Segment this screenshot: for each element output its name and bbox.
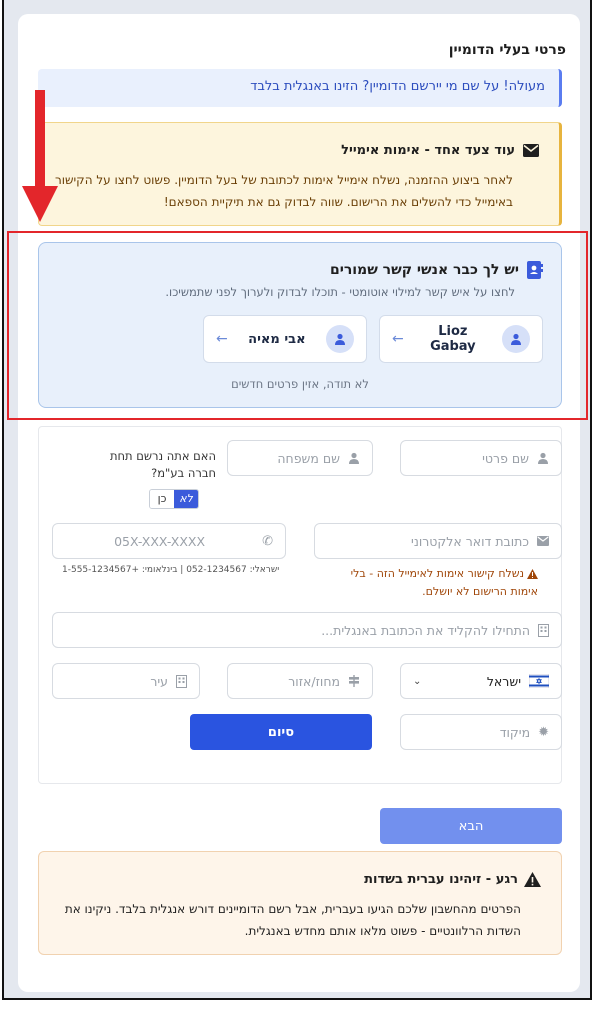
email-input[interactable]: כתובת דואר אלקטרוני [314,523,562,559]
signpost-icon [348,675,360,687]
phone-help-text: ישראלי: 052-1234567 | בינלאומי: +1-555-1… [62,565,280,575]
building-icon [538,623,549,637]
envelope-icon [537,536,549,546]
hebrew-detected-notice: רגע - זיהינו עברית בשדות הפרטים מהחשבון … [38,851,562,955]
city-input[interactable]: עיר [52,663,200,699]
chevron-down-icon: ⌄ [413,675,422,687]
finish-button[interactable]: סיום [190,714,372,750]
first-name-input[interactable]: שם פרטי [400,440,562,476]
notice-title: עוד צעד אחד - אימות אימייל [341,143,515,158]
info-banner-text: מעולה! על שם מי יירשם הדומיין? הזינו באנ… [250,79,545,94]
toggle-no[interactable]: לא [174,490,198,508]
notice-body: לאחר ביצוע ההזמנה, נשלח אימייל אימות לכת… [54,173,513,209]
notice-body: הפרטים מהחשבון שלכם הגיעו בעברית, אבל רש… [64,902,521,938]
phone-input[interactable]: ✆ 05X-XXX-XXXX [52,523,286,559]
user-icon [348,452,360,464]
zip-input[interactable]: ✹ מיקוד [400,714,562,750]
annotation-outline [7,231,588,420]
info-banner: מעולה! על שם מי יירשם הדומיין? הזינו באנ… [38,69,562,107]
address-input[interactable]: התחילו להקליד את הכתובת באנגלית... [52,612,562,648]
annotation-arrow-icon [22,90,58,224]
city-building-icon [176,674,187,688]
gear-icon: ✹ [538,724,549,740]
company-toggle[interactable]: כן לא [149,489,199,509]
email-verification-notice: עוד צעד אחד - אימות אימייל לאחר ביצוע הה… [38,122,562,226]
user-icon [537,452,549,464]
email-warning: נשלח קישור אימות לאימייל הזה - בלי אימות… [350,567,538,598]
envelope-icon [523,144,539,157]
warning-icon [527,569,538,579]
region-input[interactable]: מחוז/אזור [227,663,373,699]
phone-icon: ✆ [262,533,273,549]
last-name-input[interactable]: שם משפחה [227,440,373,476]
israel-flag-icon [529,674,549,688]
section-title: פרטי בעלי הדומיין [448,42,566,58]
company-question-label: האם אתה נרשם תחת חברה בע"מ? [109,449,216,480]
notice-title: רגע - זיהינו עברית בשדות [364,872,518,887]
alert-triangle-icon [524,872,541,887]
country-select[interactable]: ישראל ⌄ [400,663,562,699]
toggle-yes[interactable]: כן [150,490,174,508]
next-button[interactable]: הבא [380,808,562,844]
